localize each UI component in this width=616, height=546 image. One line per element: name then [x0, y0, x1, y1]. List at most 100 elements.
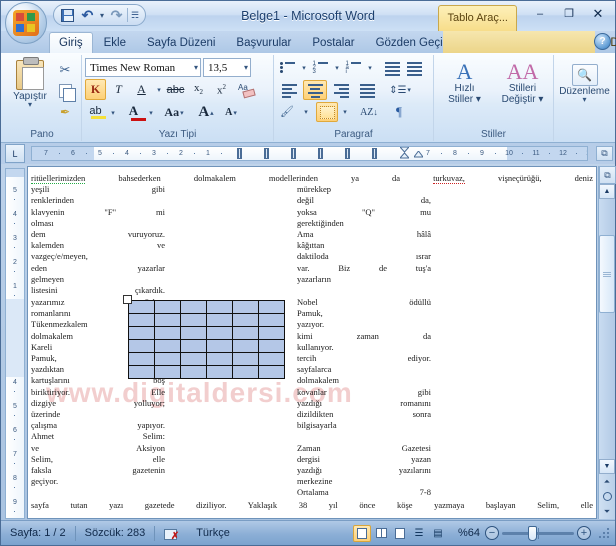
full-screen-reading-view-button[interactable] — [372, 525, 390, 542]
table-row[interactable] — [128, 352, 285, 366]
increase-indent-button[interactable] — [404, 58, 424, 78]
subscript-button[interactable]: x2 — [188, 79, 209, 100]
table-cell[interactable] — [128, 313, 155, 327]
table-cell[interactable] — [258, 313, 285, 327]
print-layout-view-button[interactable] — [353, 524, 371, 542]
table-cell[interactable] — [154, 326, 181, 340]
view-ruler-button[interactable]: ⧉ — [596, 146, 613, 161]
table-column-marker[interactable] — [264, 148, 269, 159]
table-cell[interactable] — [128, 365, 155, 379]
table-cell[interactable] — [258, 339, 285, 353]
document-content[interactable]: ritüellerimizden bahsederken dolmakalem … — [28, 173, 596, 296]
table-column-marker[interactable] — [345, 148, 350, 159]
bullets-dropdown[interactable]: ▾ — [299, 58, 308, 78]
tab-giris[interactable]: Giriş — [49, 32, 93, 53]
document-page[interactable]: www.digitaldersi.com ritüellerimizden ba… — [27, 166, 597, 519]
superscript-button[interactable]: x2 — [211, 79, 232, 100]
table-cell[interactable] — [206, 326, 233, 340]
table-cell[interactable] — [128, 300, 155, 314]
table-cell[interactable] — [232, 339, 259, 353]
table-cell[interactable] — [180, 300, 207, 314]
table-cell[interactable] — [128, 326, 155, 340]
zoom-level[interactable]: %64 — [452, 527, 480, 539]
table-row-markers[interactable] — [6, 299, 24, 377]
table-cell[interactable] — [154, 313, 181, 327]
text-highlight-button[interactable]: ab — [85, 102, 107, 123]
help-icon[interactable]: ? — [594, 33, 611, 50]
table-cell[interactable] — [258, 300, 285, 314]
word-table[interactable] — [128, 300, 285, 379]
table-cell[interactable] — [206, 313, 233, 327]
language-status[interactable]: Türkçe — [187, 527, 239, 539]
tab-stop-selector[interactable]: L — [5, 144, 25, 163]
change-case-button[interactable]: Aa ▾ — [161, 102, 187, 123]
table-move-handle[interactable] — [123, 295, 132, 304]
tab-ekle[interactable]: Ekle — [94, 33, 136, 53]
table-cell[interactable] — [206, 365, 233, 379]
multilevel-dropdown[interactable]: ▾ — [365, 58, 374, 78]
align-right-button[interactable] — [329, 80, 353, 100]
table-cell[interactable] — [232, 300, 259, 314]
font-color-dropdown[interactable]: ▾ — [146, 102, 155, 123]
office-button[interactable] — [5, 2, 47, 44]
table-cell[interactable] — [154, 365, 181, 379]
maximize-button[interactable]: ❐ — [556, 4, 582, 23]
scroll-down-button[interactable]: ▼ — [599, 459, 615, 474]
minimize-button[interactable]: – — [527, 4, 553, 23]
table-column-marker[interactable] — [237, 148, 242, 159]
shading-dropdown[interactable]: ▾ — [301, 102, 310, 122]
align-left-button[interactable] — [277, 80, 301, 100]
table-cell[interactable] — [232, 352, 259, 366]
table-cell[interactable] — [258, 352, 285, 366]
tab-sayfa-duzeni[interactable]: Sayfa Düzeni — [137, 33, 225, 53]
table-cell[interactable] — [206, 300, 233, 314]
italic-button[interactable]: T — [108, 79, 129, 100]
proofing-status[interactable] — [155, 527, 187, 542]
scrollbar-track[interactable] — [599, 199, 615, 459]
tab-basvurular[interactable]: Başvurular — [226, 33, 301, 53]
tab-postalar[interactable]: Postalar — [302, 33, 364, 53]
table-column-marker[interactable] — [372, 148, 377, 159]
underline-dropdown[interactable]: ▾ — [154, 79, 163, 100]
change-styles-button[interactable]: AA Stilleri Değiştir ▾ — [496, 58, 550, 106]
document-area[interactable]: www.digitaldersi.com ritüellerimizden ba… — [27, 166, 597, 519]
table-cell[interactable] — [154, 300, 181, 314]
borders-button[interactable] — [316, 102, 338, 122]
table-cell[interactable] — [180, 339, 207, 353]
close-button[interactable]: ✕ — [585, 4, 611, 23]
font-color-button[interactable]: A — [123, 102, 146, 123]
numbering-button[interactable]: 123 — [310, 58, 330, 78]
page-status[interactable]: Sayfa: 1 / 2 — [1, 527, 75, 539]
clear-formatting-button[interactable] — [234, 79, 258, 100]
vertical-scrollbar[interactable]: ⧉ ▲ ▼ ⏶ ⏷ — [598, 166, 616, 519]
table-cell[interactable] — [128, 352, 155, 366]
table-cell[interactable] — [180, 365, 207, 379]
table-column-marker[interactable] — [318, 148, 323, 159]
shrink-font-button[interactable]: A ▾ — [220, 102, 242, 123]
show-formatting-marks-button[interactable]: ¶ — [387, 102, 411, 122]
table-row[interactable] — [128, 300, 285, 314]
resize-grip-icon[interactable] — [598, 526, 611, 540]
table-cell[interactable] — [154, 339, 181, 353]
justify-button[interactable] — [355, 80, 379, 100]
document-content-lower[interactable]: yazarımız Orhan romanlarını elle Tükenmezk… — [28, 297, 596, 511]
font-name-input[interactable]: Times New Roman ▾ — [85, 58, 201, 77]
web-layout-view-button[interactable] — [391, 525, 409, 542]
strikethrough-button[interactable]: abc — [165, 79, 186, 100]
decrease-indent-button[interactable] — [382, 58, 402, 78]
table-row[interactable] — [128, 326, 285, 340]
sort-button[interactable]: AZ ↓ — [357, 102, 381, 122]
underline-button[interactable]: A — [131, 79, 152, 100]
select-browse-object-top-icon[interactable]: ⧉ — [599, 166, 616, 184]
table-row[interactable] — [128, 365, 285, 379]
zoom-slider-track[interactable] — [502, 525, 574, 541]
borders-dropdown[interactable]: ▾ — [340, 102, 349, 122]
vertical-ruler[interactable]: 54321121456789 — [5, 168, 25, 519]
table-column-marker[interactable] — [291, 148, 296, 159]
highlight-dropdown[interactable]: ▾ — [108, 102, 117, 123]
zoom-out-button[interactable]: − — [485, 526, 499, 540]
bullets-button[interactable] — [277, 58, 297, 78]
bold-button[interactable]: K — [85, 79, 106, 100]
cut-button[interactable]: ✂ — [54, 60, 76, 80]
outline-view-button[interactable]: ☰ — [410, 525, 428, 542]
